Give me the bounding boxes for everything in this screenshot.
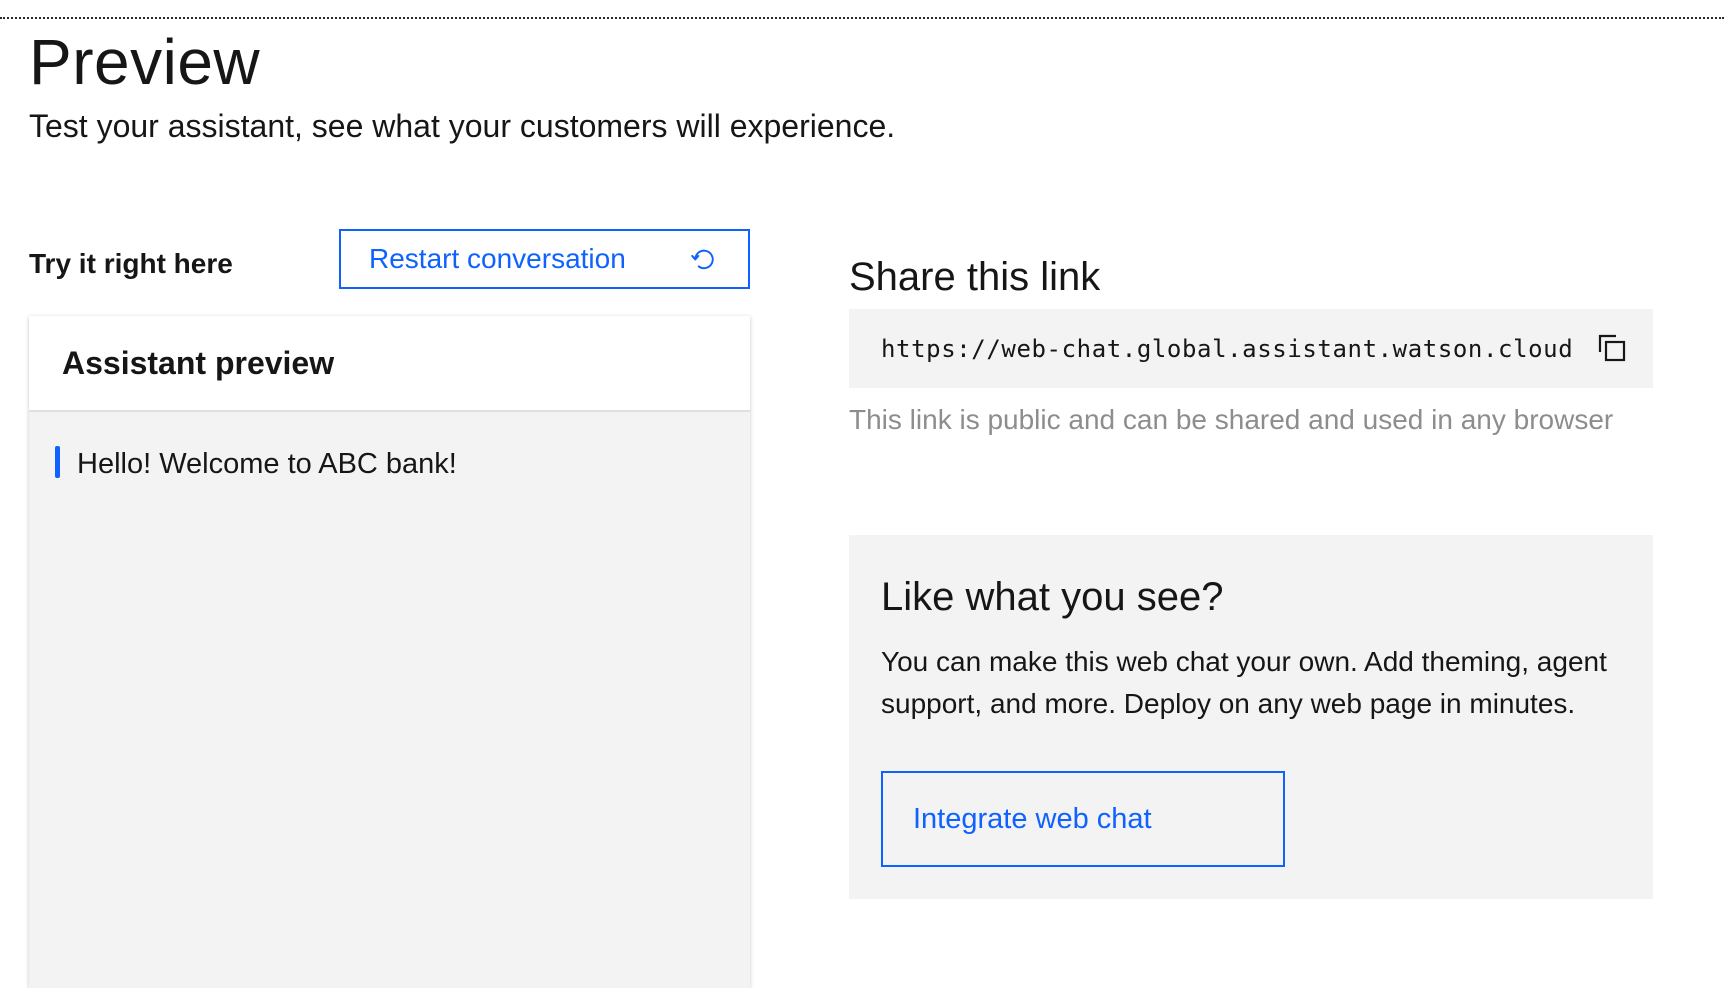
top-divider (0, 17, 1724, 19)
page-title: Preview (29, 26, 261, 98)
assistant-preview-header: Assistant preview (29, 316, 750, 412)
integrate-web-chat-label: Integrate web chat (913, 802, 1152, 835)
integrate-web-chat-button[interactable]: Integrate web chat (881, 771, 1285, 867)
restart-conversation-label: Restart conversation (369, 243, 626, 274)
assistant-preview-title: Assistant preview (62, 344, 335, 381)
assistant-preview-panel: Assistant preview Hello! Welcome to ABC … (29, 316, 750, 988)
share-link-hint: This link is public and can be shared an… (849, 404, 1614, 435)
integrate-promo-card: Like what you see? You can make this web… (849, 535, 1653, 899)
copy-icon[interactable] (1596, 332, 1628, 364)
assistant-message: Hello! Welcome to ABC bank! (29, 446, 750, 482)
promo-title: Like what you see? (881, 575, 1224, 619)
share-link-title: Share this link (849, 255, 1101, 299)
message-accent-bar (55, 446, 60, 478)
restart-conversation-button[interactable]: Restart conversation (339, 229, 750, 289)
try-it-label: Try it right here (29, 248, 233, 279)
page-subtitle: Test your assistant, see what your custo… (29, 108, 896, 144)
share-link-box: https://web-chat.global.assistant.watson… (849, 309, 1653, 388)
share-link-url[interactable]: https://web-chat.global.assistant.watson… (881, 335, 1573, 363)
promo-body: You can make this web chat your own. Add… (881, 646, 1607, 719)
assistant-message-text: Hello! Welcome to ABC bank! (77, 448, 457, 480)
preview-page: Preview Test your assistant, see what yo… (0, 0, 1724, 988)
restart-icon (688, 243, 720, 275)
